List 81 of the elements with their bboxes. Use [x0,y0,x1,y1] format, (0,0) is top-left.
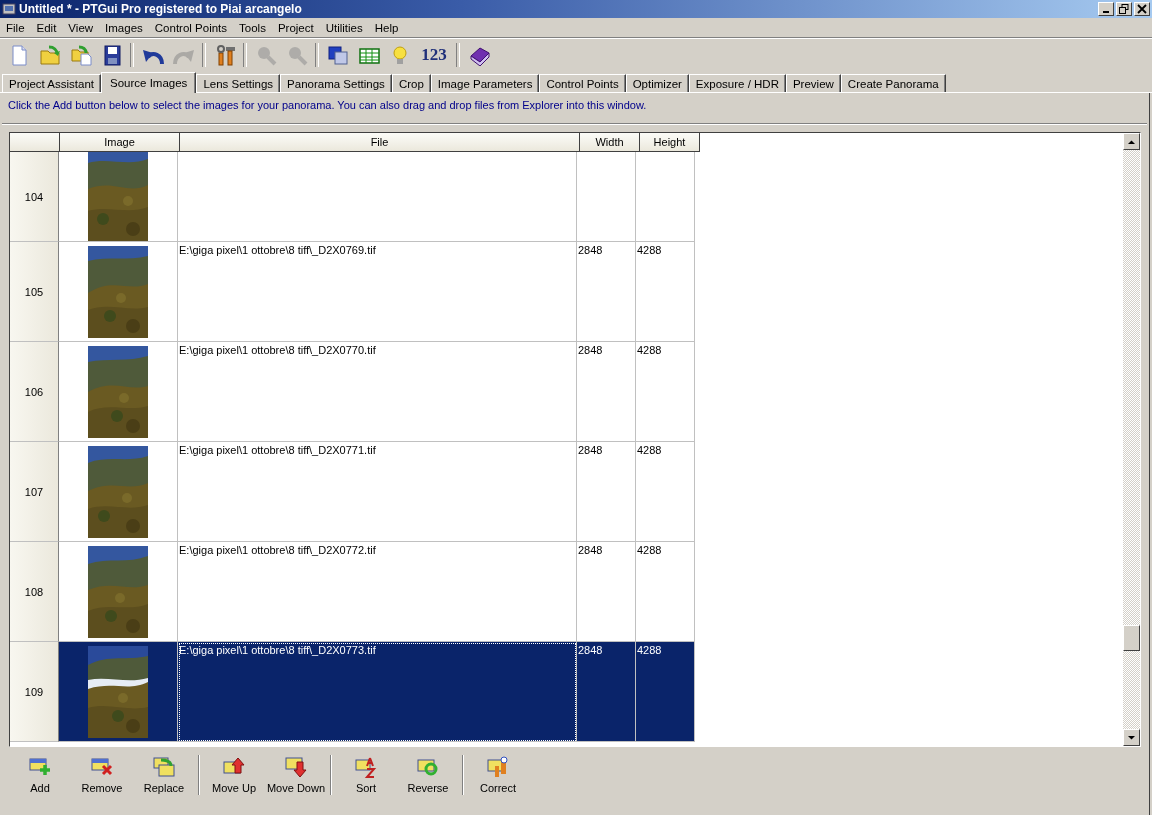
toolbar-button[interactable]: Move Down [265,751,327,799]
down-arrow-icon [1127,734,1136,741]
table-row[interactable]: 106 E:\giga pixel\1 ottobre\8 tiff\_D2X0770.tif 2848 4288 [10,342,1123,442]
menu-item[interactable]: Images [99,21,149,34]
column-header[interactable]: Image [60,133,180,152]
folder-file-icon [69,44,92,66]
table-cell: 4288 [636,642,695,742]
tab[interactable]: Source Images [101,72,197,93]
table-cell: 4288 [636,442,695,542]
restore-icon [1119,4,1129,14]
column-header[interactable]: Width [580,133,640,152]
image-plus-icon [29,756,51,778]
menu-item[interactable]: Utilities [319,21,369,34]
menu-item[interactable]: File [0,21,31,34]
tab[interactable]: Control Points [539,74,626,92]
up-arrow-icon [1127,138,1136,145]
tab[interactable]: Optimizer [625,74,689,92]
tab[interactable]: Exposure / HDR [688,74,786,92]
table-cell: E:\giga pixel\1 ottobre\8 tiff\_D2X0770.tif [178,342,577,442]
toolbar-button[interactable]: Reverse [397,751,459,799]
folder-icon [38,44,61,66]
table-row[interactable]: 107 E:\giga pixel\1 ottobre\8 tiff\_D2X0771.tif 2848 4288 [10,442,1123,542]
row-number: 105 [10,242,59,342]
table-cell: E:\giga pixel\1 ottobre\8 tiff\_D2X0769.tif [178,242,577,342]
row-number: 106 [10,342,59,442]
restore-button[interactable] [1116,2,1132,16]
app-icon [2,2,16,16]
tab[interactable]: Preview [785,74,841,92]
table-cell: E:\giga pixel\1 ottobre\8 tiff\_D2X0773.tif [178,642,577,742]
menu-item[interactable]: Tools [233,21,272,34]
images-arrow-icon [153,756,175,778]
menu-item[interactable]: Help [368,21,405,34]
tab[interactable]: Lens Settings [196,74,281,92]
image-down-arrow-icon [285,756,307,778]
table-cell: 2848 [577,442,636,542]
scroll-thumb[interactable] [1123,625,1140,651]
tab[interactable]: Panorama Settings [280,74,392,92]
menu-item[interactable]: View [62,21,100,34]
row-number: 107 [10,442,59,542]
table-cell: 2848 [577,642,636,742]
row-number: 109 [10,642,59,742]
toolbar-button[interactable]: Add [9,751,71,799]
scroll-up-button[interactable] [1123,133,1140,150]
table-cell: 4288 [636,242,695,342]
menu-item[interactable]: Edit [30,21,63,34]
table-cell: 2848 [577,242,636,342]
image-tools-icon [487,756,509,778]
minimize-icon [1103,11,1109,13]
image-cross-icon [91,756,113,778]
table-cell: 4288 [636,342,695,442]
scrollbar[interactable] [1123,133,1140,746]
close-button[interactable] [1134,2,1150,16]
toolbar-button[interactable]: Move Up [203,751,265,799]
table-row[interactable]: 109 E:\giga pixel\1 ottobre\8 tiff\_D2X0773.tif 2848 4288 [10,642,1123,742]
table-cell: 2848 [577,342,636,442]
tab[interactable]: Image Parameters [430,74,540,92]
table-row[interactable]: 104 [10,152,1123,242]
tab[interactable]: Crop [391,74,431,92]
close-icon [1137,4,1147,14]
instruction-text: Click the Add button below to select the images for your panorama. You can also drag and drop files from Explorer into this window. [7,98,648,113]
numbers-button[interactable]: 123 [416,42,452,68]
table-cell: E:\giga pixel\1 ottobre\8 tiff\_D2X0771.tif [178,442,577,542]
toolbar-button[interactable]: Correct [467,751,529,799]
table-row[interactable]: 108 E:\giga pixel\1 ottobre\8 tiff\_D2X0772.tif 2848 4288 [10,542,1123,642]
toolbar-button[interactable]: Remove [71,751,133,799]
toolbar-button[interactable]: Replace [133,751,195,799]
image-cycle-icon [417,756,439,778]
table-row[interactable]: 105 E:\giga pixel\1 ottobre\8 tiff\_D2X0769.tif 2848 4288 [10,242,1123,342]
row-number: 104 [10,152,59,242]
scroll-down-button[interactable] [1123,729,1140,746]
menu-item[interactable]: Project [271,21,320,34]
stacked-images-icon [326,44,349,66]
toolbar-button[interactable]: Sort [335,751,397,799]
column-header[interactable]: Height [640,133,700,152]
tab[interactable]: Create Panorama [840,74,946,92]
minimize-button[interactable] [1098,2,1114,16]
menu-item[interactable]: Control Points [148,21,234,34]
column-header[interactable]: File [180,133,580,152]
row-number: 108 [10,542,59,642]
window-title: Untitled * - PTGui Pro registered to Piai arcangelo [19,2,303,16]
sort-icon [355,756,377,778]
